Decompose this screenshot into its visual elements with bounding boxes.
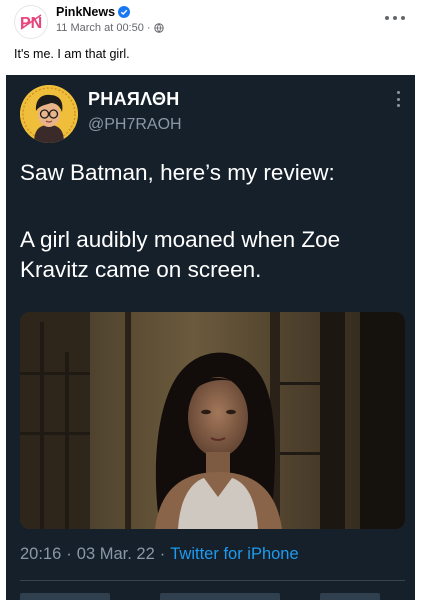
logo-letters: PN	[20, 15, 42, 32]
tweet-stat-cropped	[160, 593, 280, 600]
tweet-text-line-2: A girl audibly moaned when Zoe Kravitz c…	[20, 227, 341, 282]
tweet-avatar	[20, 85, 78, 143]
page-avatar[interactable]: PN	[14, 5, 48, 39]
page-name-text[interactable]: PinkNews	[56, 5, 115, 19]
page-name[interactable]: PinkNews	[56, 5, 131, 19]
tweet-stat-cropped	[320, 593, 380, 600]
tweet-more-options-icon[interactable]	[395, 91, 401, 107]
more-options-dot	[393, 16, 397, 20]
tweet-time: 20:16	[20, 545, 62, 563]
tweet-source-link[interactable]: Twitter for iPhone	[170, 545, 298, 564]
post-header: PN PinkNews 11 March at 00:50 ·	[0, 0, 421, 42]
tweet-display-name[interactable]: PHAЯΛΘH	[88, 89, 180, 110]
pinknews-logo-icon: PN	[20, 14, 42, 32]
tweet-more-dot	[396, 97, 400, 101]
tweet-footer-separator-2: ·	[159, 545, 166, 563]
tweet-stat-cropped	[20, 593, 110, 600]
tweet-more-dot	[396, 91, 400, 94]
cartoon-avatar-icon	[20, 85, 78, 143]
tweet-more-dot	[396, 104, 400, 107]
more-options-dot	[401, 16, 405, 20]
more-options-button[interactable]	[385, 10, 405, 26]
post-meta: 11 March at 00:50 ·	[56, 22, 164, 34]
post-timestamp[interactable]: 11 March at 00:50	[56, 22, 144, 34]
more-options-icon	[385, 16, 389, 20]
post-caption: It's me. I am that girl.	[14, 47, 130, 61]
tweet-stats-cropped	[20, 589, 405, 600]
tweet-screenshot[interactable]: PHAЯΛΘH @PH7RAOH Saw Batman, here’s my r…	[6, 75, 415, 600]
movie-still-image	[20, 312, 405, 529]
globe-icon[interactable]	[153, 23, 164, 33]
verified-badge-icon	[118, 6, 131, 18]
tweet-media-image[interactable]	[20, 312, 405, 529]
tweet-footer: 20:16 · 03 Mar. 22 · Twitter for iPhone	[20, 545, 299, 564]
tweet-handle[interactable]: @PH7RAOH	[88, 116, 182, 134]
tweet-text-line-1: Saw Batman, here’s my review:	[20, 160, 335, 185]
meta-separator: ·	[146, 22, 151, 34]
tweet-divider	[20, 580, 405, 581]
tweet-footer-separator: ·	[66, 545, 72, 563]
tweet-date: 03 Mar. 22	[76, 545, 155, 563]
